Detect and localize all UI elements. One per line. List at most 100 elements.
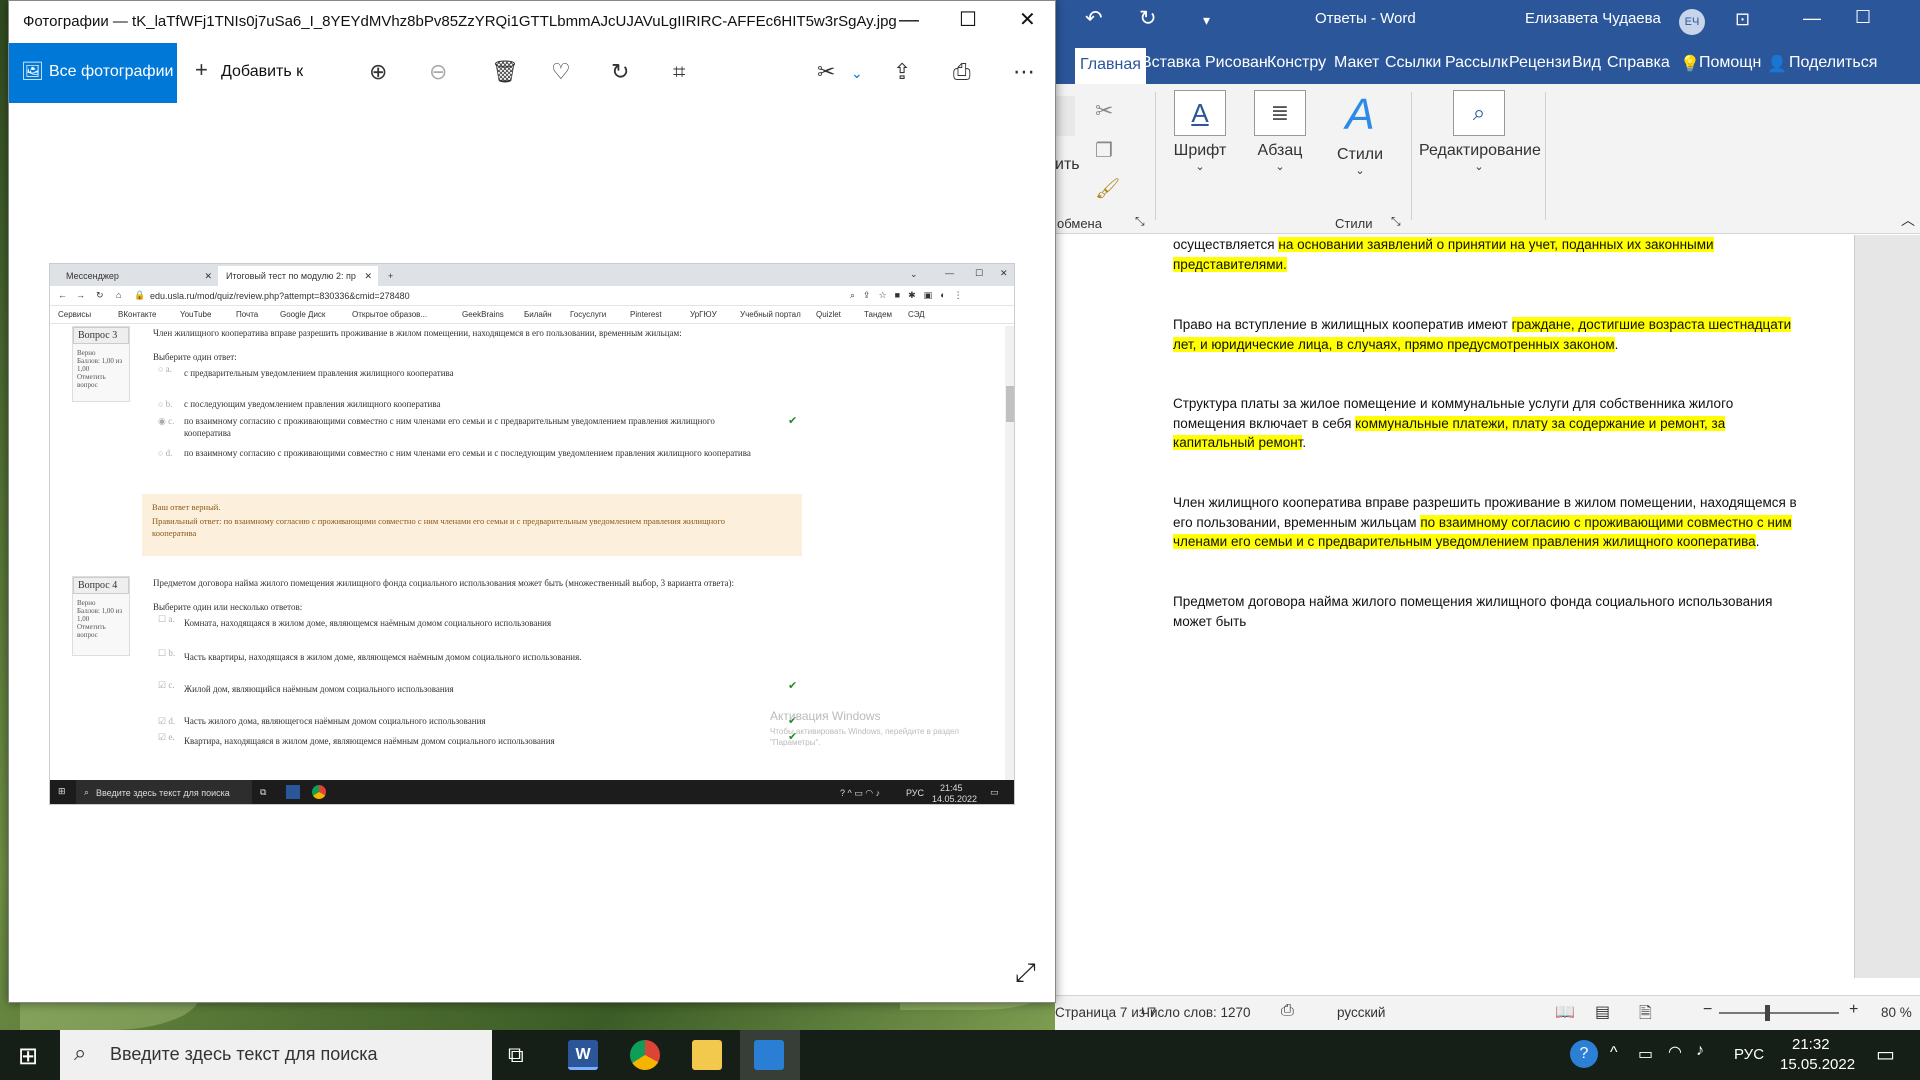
tab-home[interactable]: Главная [1075,48,1146,84]
redo-icon[interactable]: ↻ [1139,6,1157,31]
tell-me[interactable]: Помощн [1699,54,1761,72]
edit-icon[interactable]: ✂ [817,59,835,85]
windows-start-icon[interactable]: ⊞ [18,1042,38,1071]
maximize-icon: ☐ [975,268,984,278]
question-number: Вопрос 4 [73,577,129,594]
read-mode-icon[interactable]: 📖 [1555,1002,1575,1022]
document-area: осуществляется на основании заявлений о … [1055,235,1920,978]
share-icon[interactable]: ⇪ [893,59,911,85]
radio-option: ○ b. [158,399,173,409]
task-view-icon[interactable]: ⧉ [508,1042,524,1068]
scrollbar-thumb [1006,386,1014,422]
tab-draw[interactable]: Рисован [1205,54,1268,72]
user-avatar[interactable]: ЕЧ [1679,9,1705,35]
zoom-in-icon[interactable]: ⊕ [369,59,387,85]
zoom-slider[interactable] [1719,1012,1839,1014]
delete-icon[interactable]: 🗑 [491,59,519,85]
minimize-icon: — [945,268,954,278]
crop-icon[interactable]: ⌗ [673,59,685,85]
zoom-out-icon[interactable]: ⊖ [429,59,447,85]
word-count[interactable]: Число слов: 1270 [1141,1005,1251,1020]
taskbar-language[interactable]: РУС [1734,1046,1764,1063]
add-to-button[interactable]: Добавить к [221,63,303,81]
format-painter-icon[interactable]: 🖌 [1095,176,1120,201]
taskbar-clock-time[interactable]: 21:32 [1792,1036,1830,1053]
tab-review[interactable]: Рецензи [1509,54,1571,72]
collapse-ribbon-icon[interactable]: ︿ [1901,210,1915,230]
photos-taskbar-icon[interactable] [754,1040,784,1070]
paragraph-group[interactable]: ≣ Абзац ⌄ [1245,90,1315,173]
help-icon[interactable]: ? [1570,1040,1598,1068]
print-icon[interactable]: ⎙ [953,59,971,85]
taskbar-search-box[interactable]: ⌕ Введите здесь текст для поиска [60,1030,492,1080]
tab-view[interactable]: Вид [1572,54,1601,72]
tab-insert[interactable]: Вставка [1141,54,1200,72]
wifi-icon[interactable]: ◠ [1668,1042,1682,1062]
back-icon: ← [58,290,67,300]
document-page[interactable]: осуществляется на основании заявлений о … [1055,235,1855,978]
word-ribbon-tabs: Главная Вставка Рисован Констру Макет Сс… [1055,42,1920,84]
zoom-out-icon[interactable]: − [1703,1001,1712,1019]
share-button[interactable]: Поделиться [1789,54,1877,72]
radio-option: ◉ c. [158,416,175,426]
fullscreen-icon[interactable]: ⤢ [1015,957,1036,989]
question-score: Баллов: 1,00 из 1,00 [77,357,123,373]
lightbulb-icon[interactable]: 💡 [1680,54,1700,74]
chevron-down-icon[interactable]: ⌄ [851,65,863,82]
proofing-icon[interactable]: ⎙ [1281,1002,1294,1020]
ribbon-display-icon[interactable]: ⊡ [1735,9,1750,30]
add-icon[interactable]: + [195,57,208,83]
paragraph-5: Предметом договора найма жилого помещени… [1173,594,1773,629]
word-taskbar-icon[interactable]: W [568,1040,598,1070]
web-layout-icon[interactable]: 🗎 [1639,1002,1652,1029]
tab-design[interactable]: Констру [1267,54,1326,72]
print-layout-icon[interactable]: ▤ [1595,1002,1610,1022]
person-icon[interactable]: 👤 [1767,54,1787,74]
language[interactable]: русский [1337,1005,1385,1020]
battery-icon[interactable]: ▭ [1638,1044,1653,1064]
rotate-icon[interactable]: ↻ [611,59,629,85]
tab-help[interactable]: Справка [1607,54,1670,72]
notifications-icon[interactable]: ▭ [1876,1042,1895,1067]
file-explorer-icon[interactable] [692,1040,722,1070]
minimize-icon[interactable]: — [899,9,919,32]
dialog-launcher-icon[interactable]: ⤡ [1391,214,1401,229]
bookmark: GeekBrains [462,310,504,319]
maximize-icon[interactable]: ☐ [959,7,977,32]
tab-layout[interactable]: Макет [1334,54,1379,72]
editing-group[interactable]: ⌕ Редактирование ⌄ [1419,90,1541,173]
paste-icon[interactable] [1055,96,1075,136]
quick-access-dropdown-icon[interactable]: ▾ [1203,12,1210,29]
question-info-3: Вопрос 3 Верно Баллов: 1,00 из 1,00 Отме… [72,326,130,402]
inner-taskbar: ⊞ ⌕ Введите здесь текст для поиска ⧉ ? ^… [50,780,1014,804]
zoom-in-icon[interactable]: + [1849,1001,1858,1019]
zoom-level[interactable]: 80 % [1881,1005,1912,1020]
watermark-text: Чтобы активировать Windows, перейдите в … [770,727,959,747]
inner-clock-time: 21:45 [940,783,963,793]
styles-group[interactable]: A Стили ⌄ [1325,90,1395,177]
more-icon[interactable]: ⋯ [1013,59,1035,85]
volume-icon[interactable]: ♪ [1696,1042,1704,1060]
close-icon[interactable]: ✕ [1019,7,1036,32]
maximize-icon[interactable]: ☐ [1855,7,1871,28]
answer-prompt: Выберите один ответ: [153,352,237,362]
answer-option: Часть жилого дома, являющегося наёмным д… [184,716,486,726]
taskbar-clock-date[interactable]: 15.05.2022 [1780,1056,1855,1073]
chevron-up-icon[interactable]: ^ [1610,1044,1618,1062]
all-photos-button[interactable]: 🖼 Все фотографии [9,43,177,103]
undo-icon[interactable]: ↶ [1085,6,1103,31]
cut-icon[interactable]: ✂ [1095,98,1113,124]
tab-mailings[interactable]: Рассылк [1445,54,1508,72]
dialog-launcher-icon[interactable]: ⤡ [1135,214,1145,229]
feedback-text: Ваш ответ верный. [152,502,221,512]
checkbox-option: ☑ c. [158,680,175,690]
font-group[interactable]: A Шрифт ⌄ [1165,90,1235,173]
browser-tab-messenger: Мессенджер ✕ [58,266,218,286]
minimize-icon[interactable]: — [1803,8,1821,29]
favorite-heart-icon[interactable]: ♡ [551,59,571,85]
zoom-slider-thumb[interactable] [1765,1005,1770,1021]
copy-icon[interactable]: ❐ [1095,138,1113,163]
quiz-review-page: Вопрос 3 Верно Баллов: 1,00 из 1,00 Отме… [50,326,1014,780]
chrome-taskbar-icon[interactable] [630,1040,660,1070]
tab-references[interactable]: Ссылки [1385,54,1441,72]
